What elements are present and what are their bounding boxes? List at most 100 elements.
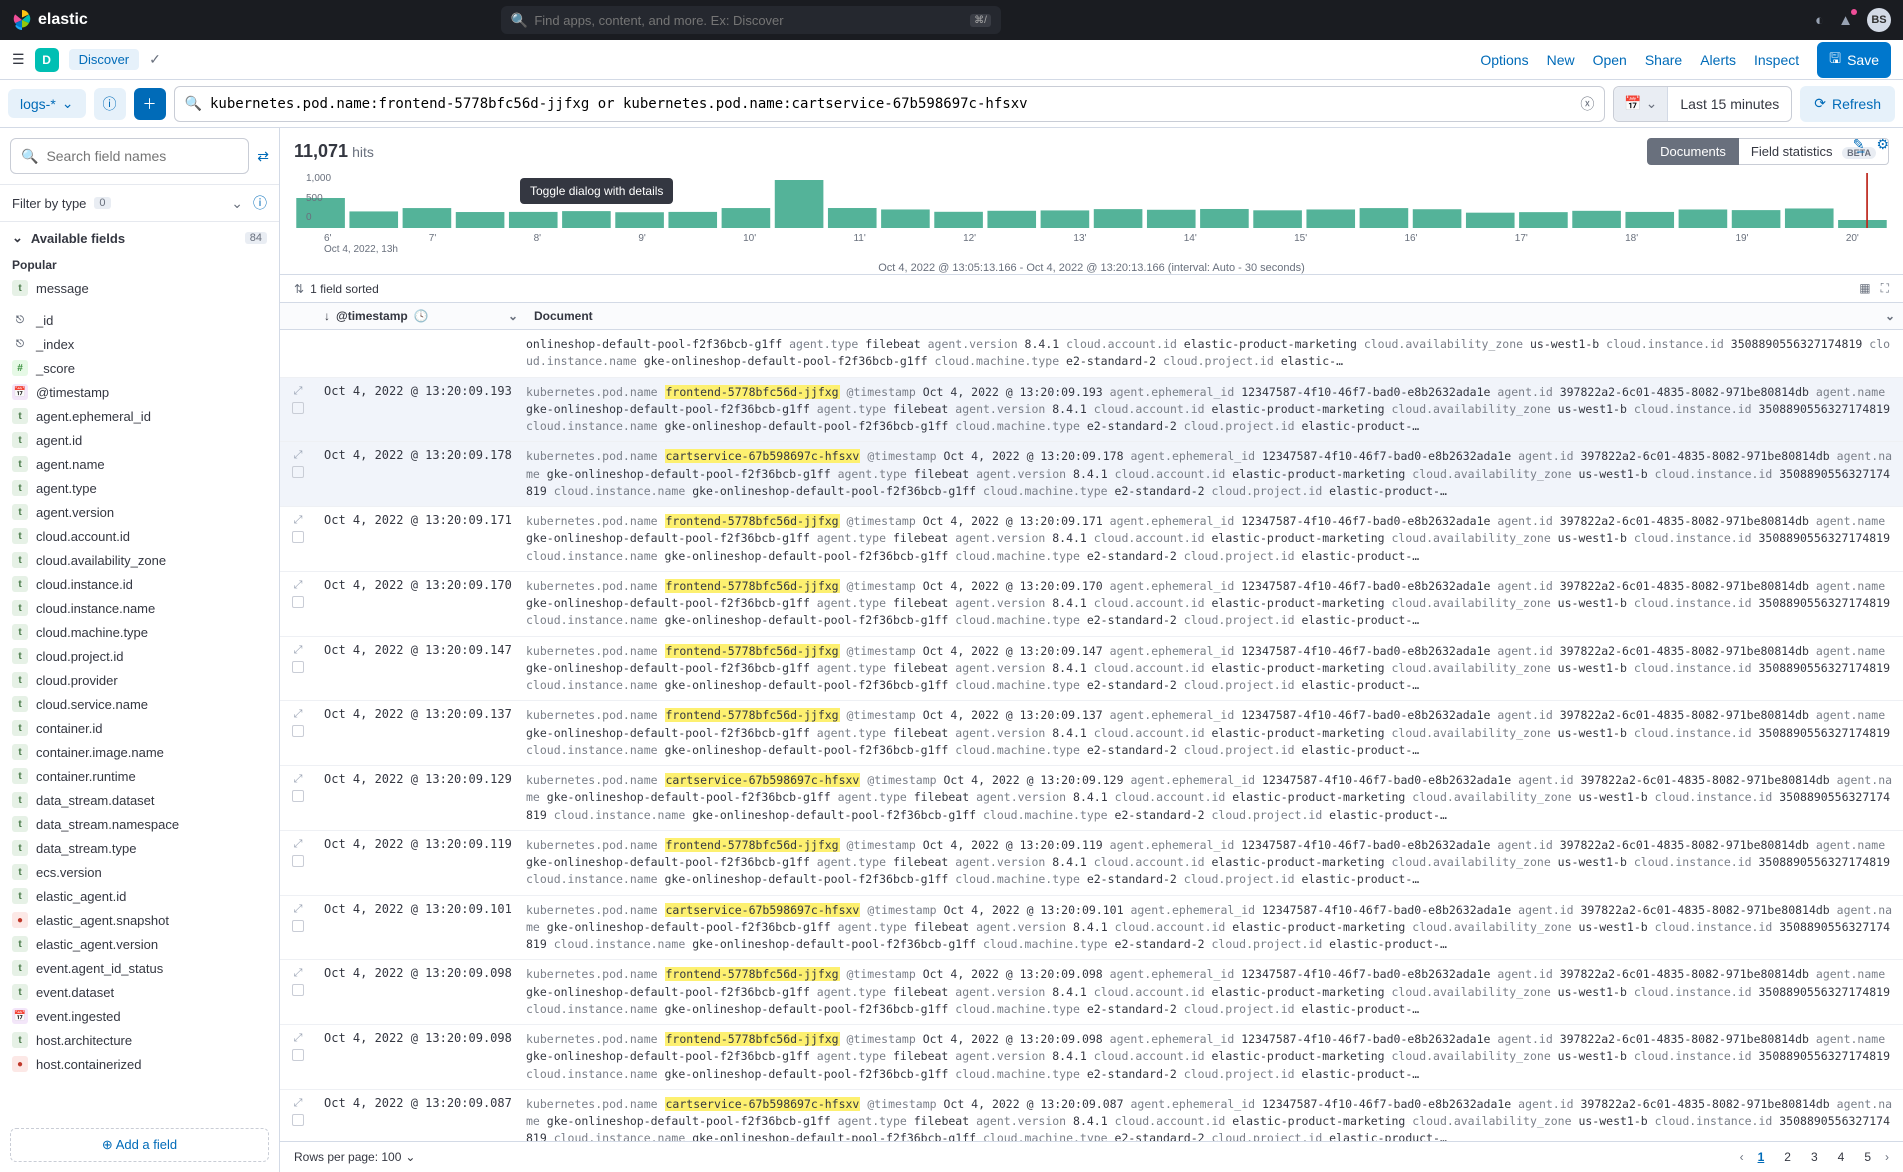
help-icon[interactable]: ▲ — [1838, 12, 1853, 29]
field-item[interactable]: t agent.id — [0, 428, 279, 452]
fullscreen-icon[interactable]: ⛶ — [1881, 281, 1889, 296]
grid-density-icon[interactable]: ▦ — [1859, 281, 1870, 296]
page-number[interactable]: 1 — [1752, 1148, 1771, 1166]
field-item[interactable]: t data_stream.type — [0, 836, 279, 860]
field-item[interactable]: t elastic_agent.version — [0, 932, 279, 956]
available-fields-header[interactable]: ⌄ Available fields 84 — [0, 222, 279, 254]
add-filter-button[interactable]: ＋ — [134, 88, 166, 120]
row-checkbox[interactable] — [292, 531, 304, 543]
date-picker[interactable]: 📅 ⌄ Last 15 minutes — [1613, 86, 1792, 122]
field-settings-icon[interactable]: ⇄ — [257, 148, 269, 165]
info-icon[interactable]: ⓘ — [253, 193, 267, 213]
save-button[interactable]: 🖫 Save — [1817, 42, 1891, 78]
elastic-logo[interactable]: elastic — [12, 9, 88, 31]
nav-toggle-icon[interactable]: ☰ — [12, 51, 25, 68]
th-timestamp[interactable]: ↓ @timestamp 🕓 ⌄ — [316, 303, 526, 329]
field-item[interactable]: ● host.containerized — [0, 1052, 279, 1076]
field-item[interactable]: t agent.name — [0, 452, 279, 476]
row-checkbox[interactable] — [292, 402, 304, 414]
row-checkbox[interactable] — [292, 920, 304, 932]
menu-inspect[interactable]: Inspect — [1754, 52, 1799, 68]
field-item[interactable]: t cloud.account.id — [0, 524, 279, 548]
row-checkbox[interactable] — [292, 661, 304, 673]
expand-row-icon[interactable]: ⤢ — [294, 513, 303, 527]
field-item[interactable]: t cloud.provider — [0, 668, 279, 692]
field-item[interactable]: t data_stream.namespace — [0, 812, 279, 836]
field-search-input[interactable] — [46, 148, 238, 164]
global-search-input[interactable] — [534, 13, 970, 28]
user-avatar[interactable]: BS — [1867, 8, 1891, 32]
newsfeed-icon[interactable]: ◐ — [1815, 12, 1824, 29]
row-checkbox[interactable] — [292, 855, 304, 867]
edit-visualization-icon[interactable]: ✎̲ — [1853, 136, 1865, 153]
menu-alerts[interactable]: Alerts — [1700, 52, 1736, 68]
field-search-box[interactable]: 🔍 — [10, 138, 249, 174]
field-item[interactable]: t agent.type — [0, 476, 279, 500]
menu-new[interactable]: New — [1547, 52, 1575, 68]
row-checkbox[interactable] — [292, 725, 304, 737]
row-checkbox[interactable] — [292, 1049, 304, 1061]
field-item[interactable]: # _score — [0, 356, 279, 380]
page-number[interactable]: 4 — [1832, 1148, 1851, 1166]
clear-query-icon[interactable]: ⓧ — [1580, 94, 1594, 114]
field-item[interactable]: t container.image.name — [0, 740, 279, 764]
expand-row-icon[interactable]: ⤢ — [294, 1031, 303, 1045]
dataview-info-button[interactable]: ⓘ — [94, 88, 126, 120]
add-field-button[interactable]: ⊕ Add a field — [10, 1128, 269, 1162]
expand-row-icon[interactable]: ⤢ — [294, 902, 303, 916]
expand-row-icon[interactable]: ⤢ — [294, 1096, 303, 1110]
row-checkbox[interactable] — [292, 984, 304, 996]
page-number[interactable]: 2 — [1778, 1148, 1797, 1166]
expand-row-icon[interactable]: ⤢ — [294, 384, 303, 398]
menu-options[interactable]: Options — [1480, 52, 1528, 68]
field-item[interactable]: 📅 @timestamp — [0, 380, 279, 404]
field-item[interactable]: t cloud.instance.name — [0, 596, 279, 620]
row-checkbox[interactable] — [292, 790, 304, 802]
kql-query-input[interactable] — [210, 96, 1580, 112]
expand-row-icon[interactable]: ⤢ — [294, 837, 303, 851]
field-item[interactable]: t host.architecture — [0, 1028, 279, 1052]
page-prev[interactable]: ‹ — [1740, 1150, 1744, 1164]
row-checkbox[interactable] — [292, 596, 304, 608]
menu-open[interactable]: Open — [1593, 52, 1627, 68]
field-item[interactable]: t container.runtime — [0, 764, 279, 788]
field-item[interactable]: t ecs.version — [0, 860, 279, 884]
field-item[interactable]: t elastic_agent.id — [0, 884, 279, 908]
page-next[interactable]: › — [1885, 1150, 1889, 1164]
row-checkbox[interactable] — [292, 466, 304, 478]
app-breadcrumb[interactable]: Discover — [69, 49, 140, 70]
field-item[interactable]: t cloud.project.id — [0, 644, 279, 668]
rows-per-page[interactable]: Rows per page: 100 ⌄ — [294, 1150, 415, 1164]
field-item[interactable]: t cloud.instance.id — [0, 572, 279, 596]
field-item[interactable]: t event.dataset — [0, 980, 279, 1004]
refresh-button[interactable]: ⟳ Refresh — [1800, 86, 1895, 122]
field-item[interactable]: 📅 event.ingested — [0, 1004, 279, 1028]
row-checkbox[interactable] — [292, 1114, 304, 1126]
field-item[interactable]: t cloud.machine.type — [0, 620, 279, 644]
chevron-down-icon[interactable]: ⌄ — [1885, 309, 1895, 323]
expand-row-icon[interactable]: ⤢ — [294, 578, 303, 592]
field-item[interactable]: t data_stream.dataset — [0, 788, 279, 812]
calendar-icon[interactable]: 📅 ⌄ — [1614, 87, 1668, 121]
field-item[interactable]: t agent.version — [0, 500, 279, 524]
sort-icon[interactable]: ⇅ — [294, 282, 304, 296]
field-item[interactable]: ● elastic_agent.snapshot — [0, 908, 279, 932]
field-item[interactable]: t agent.ephemeral_id — [0, 404, 279, 428]
filter-by-type[interactable]: Filter by type 0 ⌄ ⓘ — [0, 185, 279, 222]
unsaved-check-icon[interactable]: ✓ — [149, 51, 161, 68]
th-document[interactable]: Document ⌄ — [526, 303, 1903, 329]
chart-settings-icon[interactable]: ⚙ — [1876, 136, 1889, 153]
expand-row-icon[interactable]: ⤢ — [294, 643, 303, 657]
field-item[interactable]: t event.agent_id_status — [0, 956, 279, 980]
space-selector[interactable]: D — [35, 48, 59, 72]
expand-row-icon[interactable]: ⤢ — [294, 707, 303, 721]
expand-row-icon[interactable]: ⤢ — [294, 448, 303, 462]
global-search-box[interactable]: 🔍 ⌘/ — [501, 6, 1001, 34]
chevron-down-icon[interactable]: ⌄ — [508, 309, 518, 323]
field-item[interactable]: t container.id — [0, 716, 279, 740]
field-item[interactable]: t message — [0, 276, 279, 300]
field-item[interactable]: t cloud.availability_zone — [0, 548, 279, 572]
menu-share[interactable]: Share — [1645, 52, 1682, 68]
expand-row-icon[interactable]: ⤢ — [294, 966, 303, 980]
page-number[interactable]: 3 — [1805, 1148, 1824, 1166]
